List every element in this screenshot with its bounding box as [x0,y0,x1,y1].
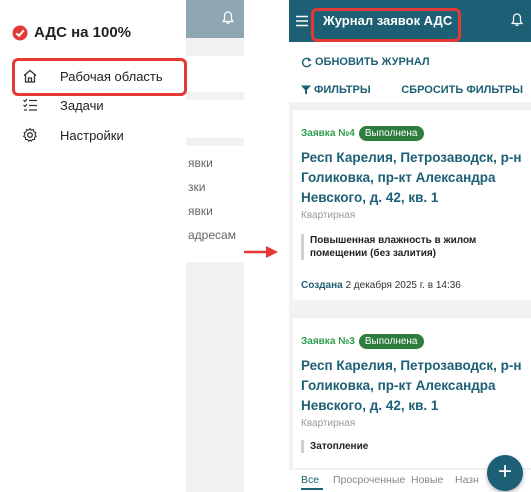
gear-icon [22,127,38,143]
app-title: АДС на 100% [34,24,132,41]
check-badge-icon [12,25,28,40]
filters-button[interactable]: ФИЛЬТРЫ [301,84,371,96]
bell-icon [221,11,235,30]
request-address: Респ Карелия, Петрозаводск, р-н Голиковк… [301,358,522,413]
request-number: Заявка №3 [301,336,355,347]
bell-icon[interactable] [510,13,524,32]
refresh-button[interactable]: ОБНОВИТЬ ЖУРНАЛ [301,56,430,68]
request-description: Повышенная влажность в жилом помещении (… [301,234,501,260]
background-text: адресам [188,228,236,242]
request-header: Заявка №4 Выполнена [301,126,424,141]
request-kind: Квартирная [301,418,356,429]
filter-icon [301,85,311,95]
active-tab-indicator [301,488,323,490]
highlight-frame [12,58,187,96]
refresh-icon [301,56,312,67]
request-kind: Квартирная [301,210,356,221]
nav-item-settings[interactable]: Настройки [0,121,186,149]
background-card [186,100,244,138]
created-value: 2 декабря 2025 г. в 14:36 [345,280,461,291]
tab-new[interactable]: Новые [411,474,443,486]
status-badge: Выполнена [358,126,424,141]
status-badge: Выполнена [358,334,424,349]
drawer-brand: АДС на 100% [12,24,131,41]
nav-item-label: Настройки [60,127,124,143]
add-request-button[interactable]: + [487,455,523,491]
tab-overdue[interactable]: Просроченные [333,474,405,486]
request-card[interactable]: Заявка №3 Выполнена Респ Карелия, Петроз… [293,318,531,468]
tab-assigned[interactable]: Назн [455,474,479,486]
nav-item-label: Задачи [60,97,104,113]
refresh-label: ОБНОВИТЬ ЖУРНАЛ [315,56,430,68]
request-address: Респ Карелия, Петрозаводск, р-н Голиковк… [301,150,522,205]
background-text: явки [188,156,213,170]
screenshot-stage: явки зки явки адресам АДС на 100% Рабоча… [0,0,531,492]
request-description: Затопление [301,440,501,453]
hamburger-icon[interactable] [295,14,309,32]
background-app-header [186,0,244,38]
background-card [186,56,244,92]
background-text: зки [188,180,206,194]
right-screen: Журнал заявок АДС ОБНОВИТЬ ЖУРНАЛ ФИЛЬТР… [289,0,531,492]
highlight-frame [311,8,461,42]
request-header: Заявка №3 Выполнена [301,334,424,349]
background-text: явки [188,204,213,218]
request-created: Создана 2 декабря 2025 г. в 14:36 [301,280,461,291]
journal-toolbar: ОБНОВИТЬ ЖУРНАЛ ФИЛЬТРЫ СБРОСИТЬ ФИЛЬТРЫ [289,42,531,102]
tab-all[interactable]: Все [301,474,319,486]
arrow-right-icon [244,246,278,258]
request-card[interactable]: Заявка №4 Выполнена Респ Карелия, Петроз… [293,110,531,300]
created-label: Создана [301,280,343,291]
list-icon [23,98,37,111]
request-number: Заявка №4 [301,128,355,139]
reset-filters-button[interactable]: СБРОСИТЬ ФИЛЬТРЫ [401,84,523,96]
left-screen: явки зки явки адресам АДС на 100% Рабоча… [0,0,244,492]
filters-label: ФИЛЬТРЫ [314,84,371,96]
